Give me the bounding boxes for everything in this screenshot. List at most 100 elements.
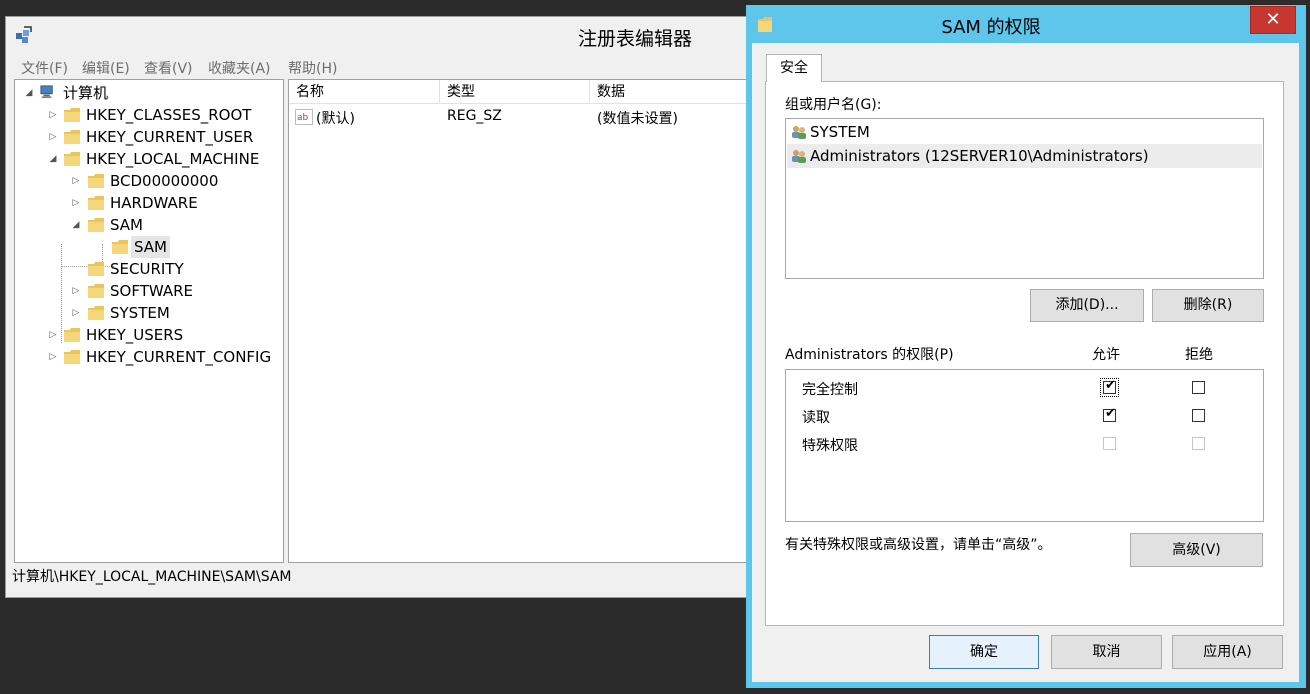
regedit-app-icon	[16, 26, 32, 43]
dialog-title: SAM 的权限	[941, 17, 1041, 38]
window-title: 注册表编辑器	[578, 28, 693, 50]
list-item-system[interactable]: SYSTEM	[787, 120, 1262, 144]
registry-tree[interactable]: ◢ 计算机 ▷ HKEY_CLASSES_ROOT ▷ HKEY_CURRENT…	[14, 79, 284, 563]
collapse-arrow-icon[interactable]: ◢	[48, 148, 58, 170]
folder-icon	[88, 218, 104, 232]
svg-text:ab: ab	[297, 113, 309, 123]
tree-node-hkey-current-config[interactable]: ▷ HKEY_CURRENT_CONFIG	[15, 346, 283, 368]
add-button[interactable]: 添加(D)...	[1030, 289, 1144, 322]
deny-column-header: 拒绝	[1185, 347, 1213, 363]
tree-node-hkey-local-machine[interactable]: ◢ HKEY_LOCAL_MACHINE	[15, 148, 283, 170]
folder-icon	[88, 196, 104, 210]
tree-node-label: SAM	[110, 216, 144, 234]
permission-name: 完全控制	[802, 382, 858, 398]
column-header-data[interactable]: 数据	[590, 80, 748, 104]
expand-arrow-icon[interactable]: ▷	[71, 302, 81, 324]
tree-node-label: HARDWARE	[110, 194, 198, 212]
expand-arrow-icon[interactable]: ▷	[48, 324, 58, 346]
expand-arrow-icon[interactable]: ▷	[71, 280, 81, 302]
deny-checkbox[interactable]	[1192, 409, 1205, 422]
dialog-body: 安全 组或用户名(G): SYSTEM Administrators (12SE…	[752, 43, 1299, 682]
values-list[interactable]: 名称 类型 数据 ab (默认) REG_SZ (数值未设置)	[288, 79, 749, 563]
deny-checkbox[interactable]	[1192, 381, 1205, 394]
tree-node-hkey-classes-root[interactable]: ▷ HKEY_CLASSES_ROOT	[15, 104, 283, 126]
user-name: Administrators (12SERVER10\Administrator…	[810, 147, 1149, 165]
registry-editor-window: 注册表编辑器 文件(F) 编辑(E) 查看(V) 收藏夹(A) 帮助(H) ◢ …	[5, 16, 750, 598]
collapse-arrow-icon[interactable]: ◢	[24, 82, 34, 104]
tree-node-hkey-current-user[interactable]: ▷ HKEY_CURRENT_USER	[15, 126, 283, 148]
folder-icon	[64, 130, 80, 144]
collapse-arrow-icon[interactable]: ◢	[71, 214, 81, 236]
tree-node-hardware[interactable]: ▷ HARDWARE	[15, 192, 283, 214]
menu-help[interactable]: 帮助(H)	[288, 58, 337, 78]
folder-icon	[64, 328, 80, 342]
cancel-button[interactable]: 取消	[1051, 635, 1162, 669]
value-data: (数值未设置)	[597, 111, 678, 127]
user-name: SYSTEM	[810, 123, 870, 141]
tab-security[interactable]: 安全	[766, 54, 822, 82]
deny-checkbox	[1192, 437, 1205, 450]
column-header-type[interactable]: 类型	[440, 80, 590, 104]
tree-node-label: HKEY_LOCAL_MACHINE	[86, 150, 260, 168]
menu-edit[interactable]: 编辑(E)	[82, 58, 130, 78]
tree-node-label: BCD00000000	[110, 172, 219, 190]
tree-node-label: SYSTEM	[110, 304, 170, 322]
apply-button[interactable]: 应用(A)	[1172, 635, 1283, 669]
computer-icon	[40, 85, 53, 99]
expand-arrow-icon[interactable]: ▷	[48, 104, 58, 126]
tree-node-hkey-users[interactable]: ▷ HKEY_USERS	[15, 324, 283, 346]
tree-node-sam-sam-selected[interactable]: SAM	[15, 236, 283, 258]
permissions-title: Administrators 的权限(P)	[785, 347, 954, 363]
permissions-list: 完全控制 ✔ 读取 ✔ 特殊权限	[785, 369, 1264, 522]
ok-button[interactable]: 确定	[929, 635, 1039, 669]
tree-node-system[interactable]: ▷ SYSTEM	[15, 302, 283, 324]
tree-node-label: SAM	[131, 236, 171, 258]
expand-arrow-icon[interactable]: ▷	[71, 170, 81, 192]
remove-button[interactable]: 删除(R)	[1152, 289, 1264, 322]
security-tab-page: 组或用户名(G): SYSTEM Administrators (12SERVE…	[765, 81, 1284, 626]
permissions-dialog: SAM 的权限 ✕ 安全 组或用户名(G): SYSTEM Administra…	[746, 5, 1306, 688]
tree-node-label: SOFTWARE	[110, 282, 194, 300]
tree-node-bcd[interactable]: ▷ BCD00000000	[15, 170, 283, 192]
folder-icon	[88, 262, 104, 276]
permission-name: 读取	[802, 410, 830, 426]
users-group-icon	[792, 150, 806, 163]
tree-node-label: 计算机	[63, 84, 109, 102]
folder-icon	[88, 306, 104, 320]
tree-node-label: HKEY_USERS	[86, 326, 184, 344]
tree-node-security[interactable]: SECURITY	[15, 258, 283, 280]
list-item-administrators[interactable]: Administrators (12SERVER10\Administrator…	[787, 144, 1262, 168]
folder-icon	[64, 350, 80, 364]
expand-arrow-icon[interactable]: ▷	[71, 192, 81, 214]
close-button[interactable]: ✕	[1250, 6, 1296, 34]
tree-node-sam[interactable]: ◢ SAM	[15, 214, 283, 236]
string-value-icon: ab	[295, 109, 313, 125]
title-bar[interactable]: 注册表编辑器	[6, 17, 749, 53]
allow-checkbox[interactable]: ✔	[1103, 406, 1116, 422]
advanced-hint-text: 有关特殊权限或高级设置，请单击“高级”。	[785, 537, 1052, 553]
menu-bar: 文件(F) 编辑(E) 查看(V) 收藏夹(A) 帮助(H)	[6, 55, 749, 79]
menu-view[interactable]: 查看(V)	[144, 58, 193, 78]
tree-node-label: SECURITY	[110, 260, 184, 278]
allow-checkbox	[1103, 437, 1116, 450]
expand-arrow-icon[interactable]: ▷	[48, 346, 58, 368]
column-header-name[interactable]: 名称	[289, 80, 440, 104]
status-bar-path: 计算机\HKEY_LOCAL_MACHINE\SAM\SAM	[12, 565, 749, 589]
menu-favorites[interactable]: 收藏夹(A)	[208, 58, 271, 78]
tree-node-software[interactable]: ▷ SOFTWARE	[15, 280, 283, 302]
tree-node-label: HKEY_CURRENT_USER	[86, 128, 254, 146]
advanced-button[interactable]: 高级(V)	[1130, 533, 1263, 567]
folder-icon	[88, 174, 104, 188]
expand-arrow-icon[interactable]: ▷	[48, 126, 58, 148]
folder-icon	[64, 152, 80, 166]
menu-file[interactable]: 文件(F)	[21, 58, 68, 78]
users-list[interactable]: SYSTEM Administrators (12SERVER10\Admini…	[785, 118, 1264, 279]
tree-node-computer[interactable]: ◢ 计算机	[15, 82, 283, 104]
permission-name: 特殊权限	[802, 438, 858, 454]
groups-label: 组或用户名(G):	[785, 97, 882, 113]
allow-column-header: 允许	[1092, 347, 1120, 363]
folder-icon	[88, 284, 104, 298]
tree-node-label: HKEY_CURRENT_CONFIG	[86, 348, 272, 366]
allow-checkbox[interactable]: ✔	[1100, 378, 1119, 397]
users-group-icon	[792, 126, 806, 139]
